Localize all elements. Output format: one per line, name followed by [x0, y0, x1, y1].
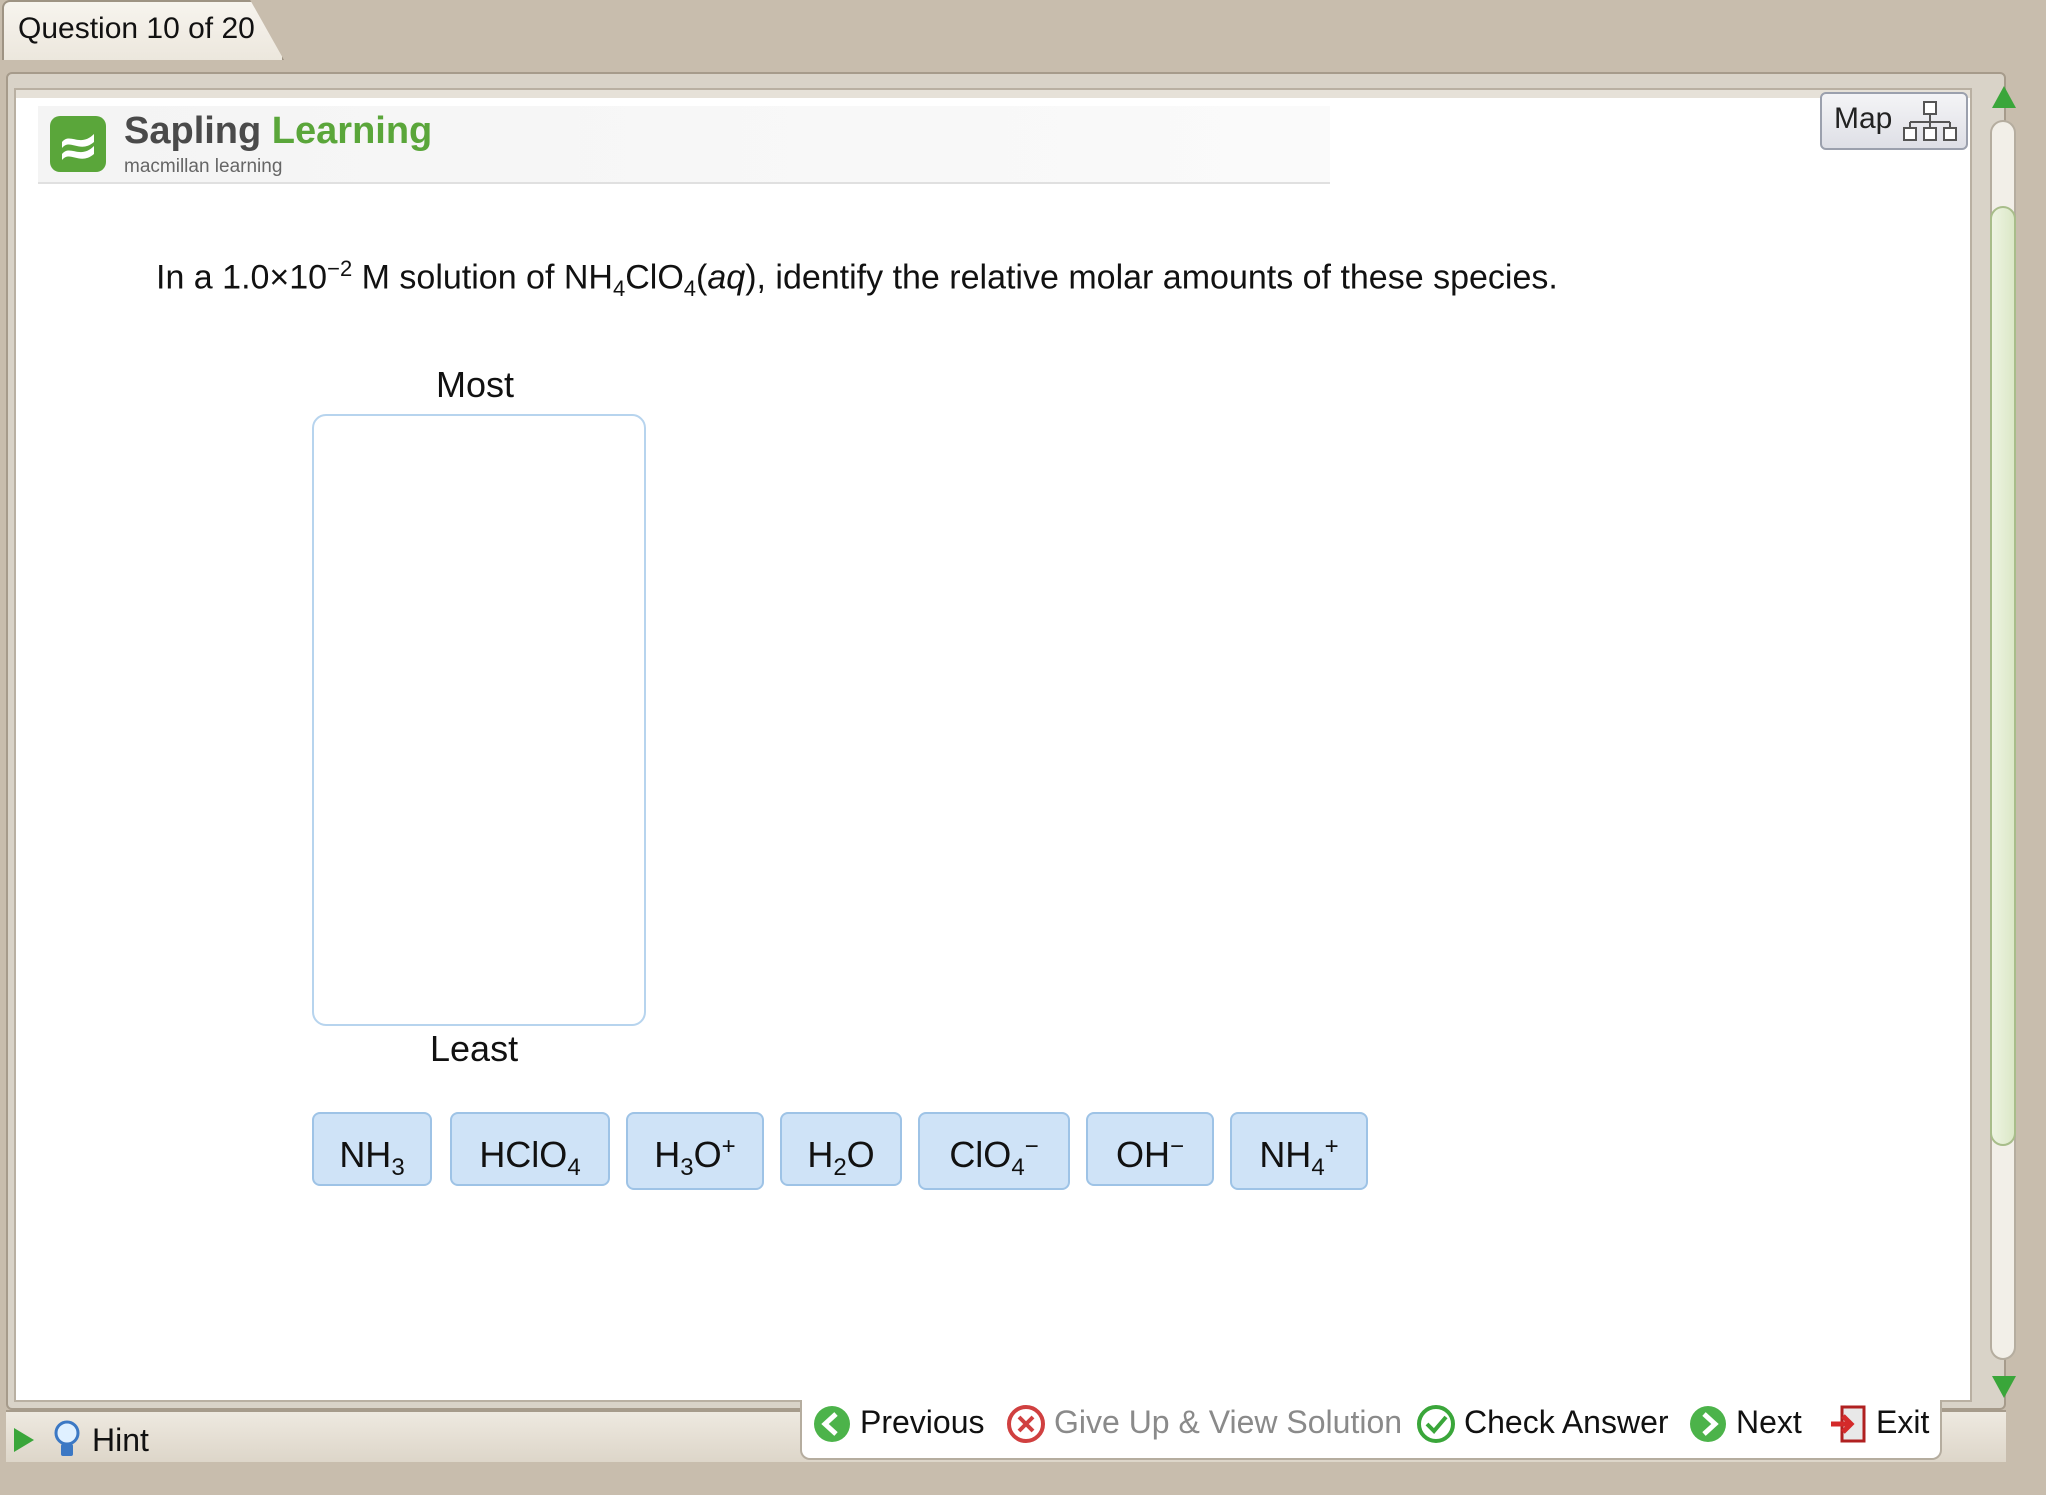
- logo-subtitle: macmillan learning: [124, 156, 283, 177]
- give-up-label: Give Up & View Solution: [1054, 1404, 1403, 1440]
- species-tile-hclo4[interactable]: HClO4: [450, 1112, 610, 1186]
- next-label: Next: [1736, 1404, 1802, 1440]
- scroll-thumb[interactable]: [1990, 206, 2016, 1146]
- logo-name-sapling: Sapling: [124, 110, 262, 152]
- sitemap-icon: [1903, 101, 1957, 141]
- lightbulb-icon: [54, 1420, 80, 1456]
- question-counter: Question 10 of 20: [18, 12, 255, 45]
- play-arrow-icon: [14, 1428, 34, 1452]
- logo-wordmark: Sapling Learning: [124, 110, 432, 153]
- logo-banner: Sapling Learning macmillan learning: [38, 106, 1330, 184]
- content-top-strip: [16, 90, 1970, 98]
- hint-label: Hint: [92, 1422, 149, 1458]
- cancel-icon: [1007, 1405, 1045, 1443]
- scroll-up-arrow-icon[interactable]: [1992, 86, 2016, 108]
- check-icon: [1417, 1405, 1455, 1443]
- sapling-logo-icon: [50, 116, 106, 172]
- arrow-right-icon: [1690, 1406, 1726, 1442]
- species-tile-clo4-minus[interactable]: ClO4−: [918, 1112, 1070, 1190]
- species-tile-nh3[interactable]: NH3: [312, 1112, 432, 1186]
- species-tile-h2o[interactable]: H2O: [780, 1112, 902, 1186]
- question-tab[interactable]: Question 10 of 20: [2, 0, 284, 60]
- map-label: Map: [1834, 102, 1893, 135]
- rank-top-label: Most: [436, 364, 515, 405]
- exit-label: Exit: [1876, 1404, 1930, 1440]
- vertical-scrollbar[interactable]: [1982, 80, 2024, 1410]
- species-tile-oh-minus[interactable]: OH−: [1086, 1112, 1214, 1186]
- logo-name-learning: Learning: [271, 110, 433, 152]
- check-answer-label: Check Answer: [1464, 1404, 1669, 1440]
- map-button[interactable]: Map: [1820, 92, 1968, 150]
- rank-bottom-label: Least: [430, 1028, 519, 1069]
- question-text: In a 1.0×10−2 M solution of NH4ClO4(aq),…: [156, 256, 1558, 302]
- previous-label: Previous: [860, 1404, 985, 1440]
- species-tile-nh4-plus[interactable]: NH4+: [1230, 1112, 1368, 1190]
- exit-door-icon: [1831, 1405, 1866, 1443]
- arrow-left-icon: [814, 1406, 850, 1442]
- species-tile-h3o-plus[interactable]: H3O+: [626, 1112, 764, 1190]
- ranking-drop-zone[interactable]: [312, 414, 646, 1026]
- scroll-down-arrow-icon[interactable]: [1992, 1376, 2016, 1398]
